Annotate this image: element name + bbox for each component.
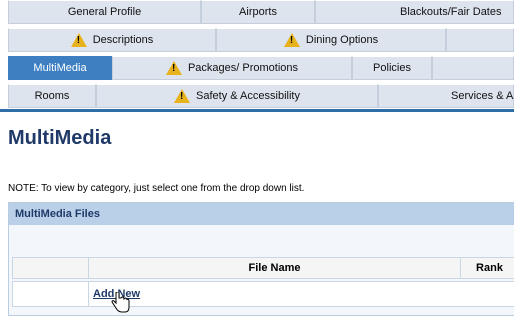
tab-rooms[interactable]: Rooms [8, 84, 96, 108]
tab-airports[interactable]: Airports [201, 0, 315, 24]
table-row: Add New [12, 281, 514, 307]
column-header-file-name[interactable]: File Name [89, 258, 461, 278]
tab-row-4: Rooms Safety & Accessibility Services & … [0, 84, 514, 110]
column-header-rank[interactable]: Rank [461, 258, 514, 278]
tab-row2-extra[interactable] [446, 28, 514, 52]
tab-dining-options[interactable]: Dining Options [216, 28, 446, 52]
tab-label: Policies [373, 62, 411, 74]
warning-icon [165, 61, 182, 75]
hand-cursor-icon [111, 292, 130, 313]
tab-label: Airports [239, 6, 277, 18]
tab-row3-extra[interactable] [432, 56, 514, 80]
tab-label: Safety & Accessibility [196, 90, 300, 102]
tab-multimedia[interactable]: MultiMedia [8, 56, 112, 80]
tab-label: Rooms [34, 90, 70, 102]
tab-label: Dining Options [305, 34, 379, 46]
tab-descriptions[interactable]: Descriptions [8, 28, 216, 52]
tab-label: MultiMedia [33, 62, 87, 74]
column-header-blank [13, 258, 89, 278]
warning-icon [70, 33, 87, 47]
tab-label: General Profile [67, 6, 142, 18]
warning-icon [174, 89, 191, 103]
tab-row-3: MultiMedia Packages/ Promotions Policies [0, 56, 514, 82]
tab-divider [0, 109, 514, 112]
tab-label: Descriptions [92, 34, 154, 46]
tab-row-1: General Profile Airports Blackouts/Fair … [0, 0, 514, 26]
multimedia-files-panel: MultiMedia Files File Name Rank Add New [8, 202, 514, 316]
table-header: File Name Rank [12, 257, 514, 279]
note-text: NOTE: To view by category, just select o… [8, 183, 305, 194]
tab-packages-promotions[interactable]: Packages/ Promotions [112, 56, 352, 80]
tab-policies[interactable]: Policies [352, 56, 432, 80]
warning-icon [283, 33, 300, 47]
tab-services[interactable]: Services & A [378, 84, 514, 108]
tab-general-profile[interactable]: General Profile [8, 0, 201, 24]
tab-label: Packages/ Promotions [187, 62, 299, 74]
tab-safety-accessibility[interactable]: Safety & Accessibility [96, 84, 378, 108]
tab-label: Blackouts/Fair Dates [400, 6, 502, 18]
tab-label: Services & A [451, 90, 514, 102]
page-title: MultiMedia [8, 127, 112, 149]
panel-header: MultiMedia Files [9, 203, 514, 225]
row-blank-cell [13, 282, 89, 306]
tab-blackouts[interactable]: Blackouts/Fair Dates [315, 0, 514, 24]
tab-row-2: Descriptions Dining Options [0, 28, 514, 54]
